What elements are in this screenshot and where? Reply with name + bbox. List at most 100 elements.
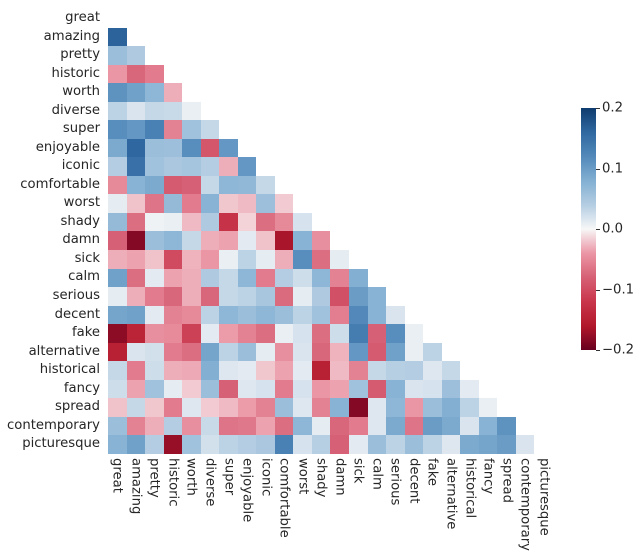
heatmap-cell — [163, 101, 183, 121]
heatmap-cell — [311, 398, 331, 417]
heatmap-cell — [108, 250, 127, 269]
y-tick-label: great — [65, 10, 100, 25]
heatmap-cell — [404, 361, 424, 380]
x-axis-tick-labels: great amazing pretty historic worth diverse su… — [108, 456, 553, 551]
heatmap-cell — [182, 120, 201, 139]
heatmap-cell — [274, 212, 294, 232]
heatmap-cell — [108, 138, 127, 158]
heatmap-cell — [163, 83, 183, 102]
heatmap-cell — [126, 120, 146, 139]
heatmap-cell — [145, 268, 164, 288]
heatmap-cell — [108, 175, 127, 195]
heatmap-cell — [349, 379, 368, 399]
heatmap-cell — [145, 101, 164, 121]
heatmap-cell — [293, 342, 312, 362]
x-tick-slot: damn — [330, 456, 349, 548]
heatmap-cell — [219, 250, 238, 269]
heatmap-cell — [145, 287, 164, 306]
heatmap-cell — [293, 361, 312, 380]
heatmap-cell — [108, 435, 127, 454]
heatmap-cell — [182, 342, 201, 362]
heatmap-cell — [237, 212, 257, 232]
heatmap-cell — [200, 361, 220, 380]
heatmap-cell — [163, 305, 183, 325]
heatmap-cell — [200, 305, 220, 325]
x-tick-slot: worth — [182, 456, 201, 548]
heatmap-cell — [367, 361, 387, 380]
heatmap-cell — [441, 416, 461, 436]
colorbar-tick — [596, 108, 600, 109]
colorbar-tick — [596, 229, 600, 230]
heatmap-cell — [423, 416, 442, 436]
heatmap-cell — [293, 250, 312, 269]
heatmap-cell — [274, 324, 294, 343]
heatmap-cell — [423, 379, 442, 399]
heatmap-cell — [108, 83, 127, 102]
heatmap-cell — [330, 305, 349, 325]
heatmap-cell — [256, 268, 275, 288]
heatmap-cell — [293, 398, 312, 417]
heatmap-cell — [108, 64, 127, 84]
heatmap-cell — [182, 138, 201, 158]
heatmap-cell — [330, 379, 349, 399]
heatmap-cell — [163, 268, 183, 288]
heatmap-cell — [256, 250, 275, 269]
x-tick-slot: fancy — [479, 456, 498, 548]
heatmap-cell — [182, 416, 201, 436]
heatmap-cell — [515, 435, 535, 454]
heatmap-cell — [237, 231, 257, 250]
x-tick-slot: spread — [497, 456, 516, 548]
x-tick-slot: fake — [423, 456, 442, 548]
x-tick-slot: alternative — [442, 456, 461, 548]
heatmap-cell — [145, 83, 164, 102]
x-tick-label: great — [109, 458, 125, 493]
heatmap-cell — [237, 416, 257, 436]
heatmap-cell — [182, 231, 201, 250]
heatmap-cell — [108, 324, 127, 343]
x-tick-label: spread — [499, 458, 515, 503]
heatmap-cell — [311, 268, 331, 288]
heatmap-cell — [163, 157, 183, 176]
heatmap-cell — [163, 194, 183, 213]
heatmap-cell — [367, 305, 387, 325]
heatmap-cell — [163, 212, 183, 232]
x-tick-label: fake — [425, 458, 441, 487]
x-tick-slot: great — [108, 456, 127, 548]
heatmap-cell — [367, 398, 387, 417]
heatmap-cell — [126, 379, 146, 399]
heatmap-cell — [256, 398, 275, 417]
heatmap-cell — [274, 194, 294, 213]
heatmap-cell — [145, 194, 164, 213]
heatmap-cell — [182, 379, 201, 399]
heatmap-cell — [219, 157, 238, 176]
heatmap-cell — [404, 416, 424, 436]
heatmap-cell — [293, 435, 312, 454]
heatmap-cell — [256, 175, 275, 195]
heatmap-cell — [108, 379, 127, 399]
heatmap-cell — [367, 416, 387, 436]
heatmap-cell — [293, 379, 312, 399]
heatmap-cell — [219, 138, 238, 158]
heatmap-cell — [311, 342, 331, 362]
heatmap-cell — [274, 342, 294, 362]
x-tick-slot: worst — [293, 456, 312, 548]
heatmap-cell — [108, 120, 127, 139]
x-tick-slot: comfortable — [275, 456, 294, 548]
heatmap-cell — [108, 398, 127, 417]
heatmap-cell — [423, 361, 442, 380]
heatmap-cell — [330, 435, 349, 454]
heatmap-cell — [126, 157, 146, 176]
heatmap-cell — [293, 416, 312, 436]
heatmap-cell — [219, 398, 238, 417]
heatmap-cell — [163, 398, 183, 417]
heatmap-cell — [386, 379, 405, 399]
heatmap-cell — [145, 231, 164, 250]
y-tick-label: shady — [60, 213, 101, 229]
heatmap-cell — [108, 101, 127, 121]
y-tick-label: worth — [62, 84, 100, 100]
y-tick-label: spread — [55, 399, 100, 415]
x-tick-label: enjoyable — [239, 458, 255, 523]
heatmap-cell — [349, 268, 368, 288]
heatmap-cell — [145, 64, 164, 84]
heatmap-cell — [145, 379, 164, 399]
